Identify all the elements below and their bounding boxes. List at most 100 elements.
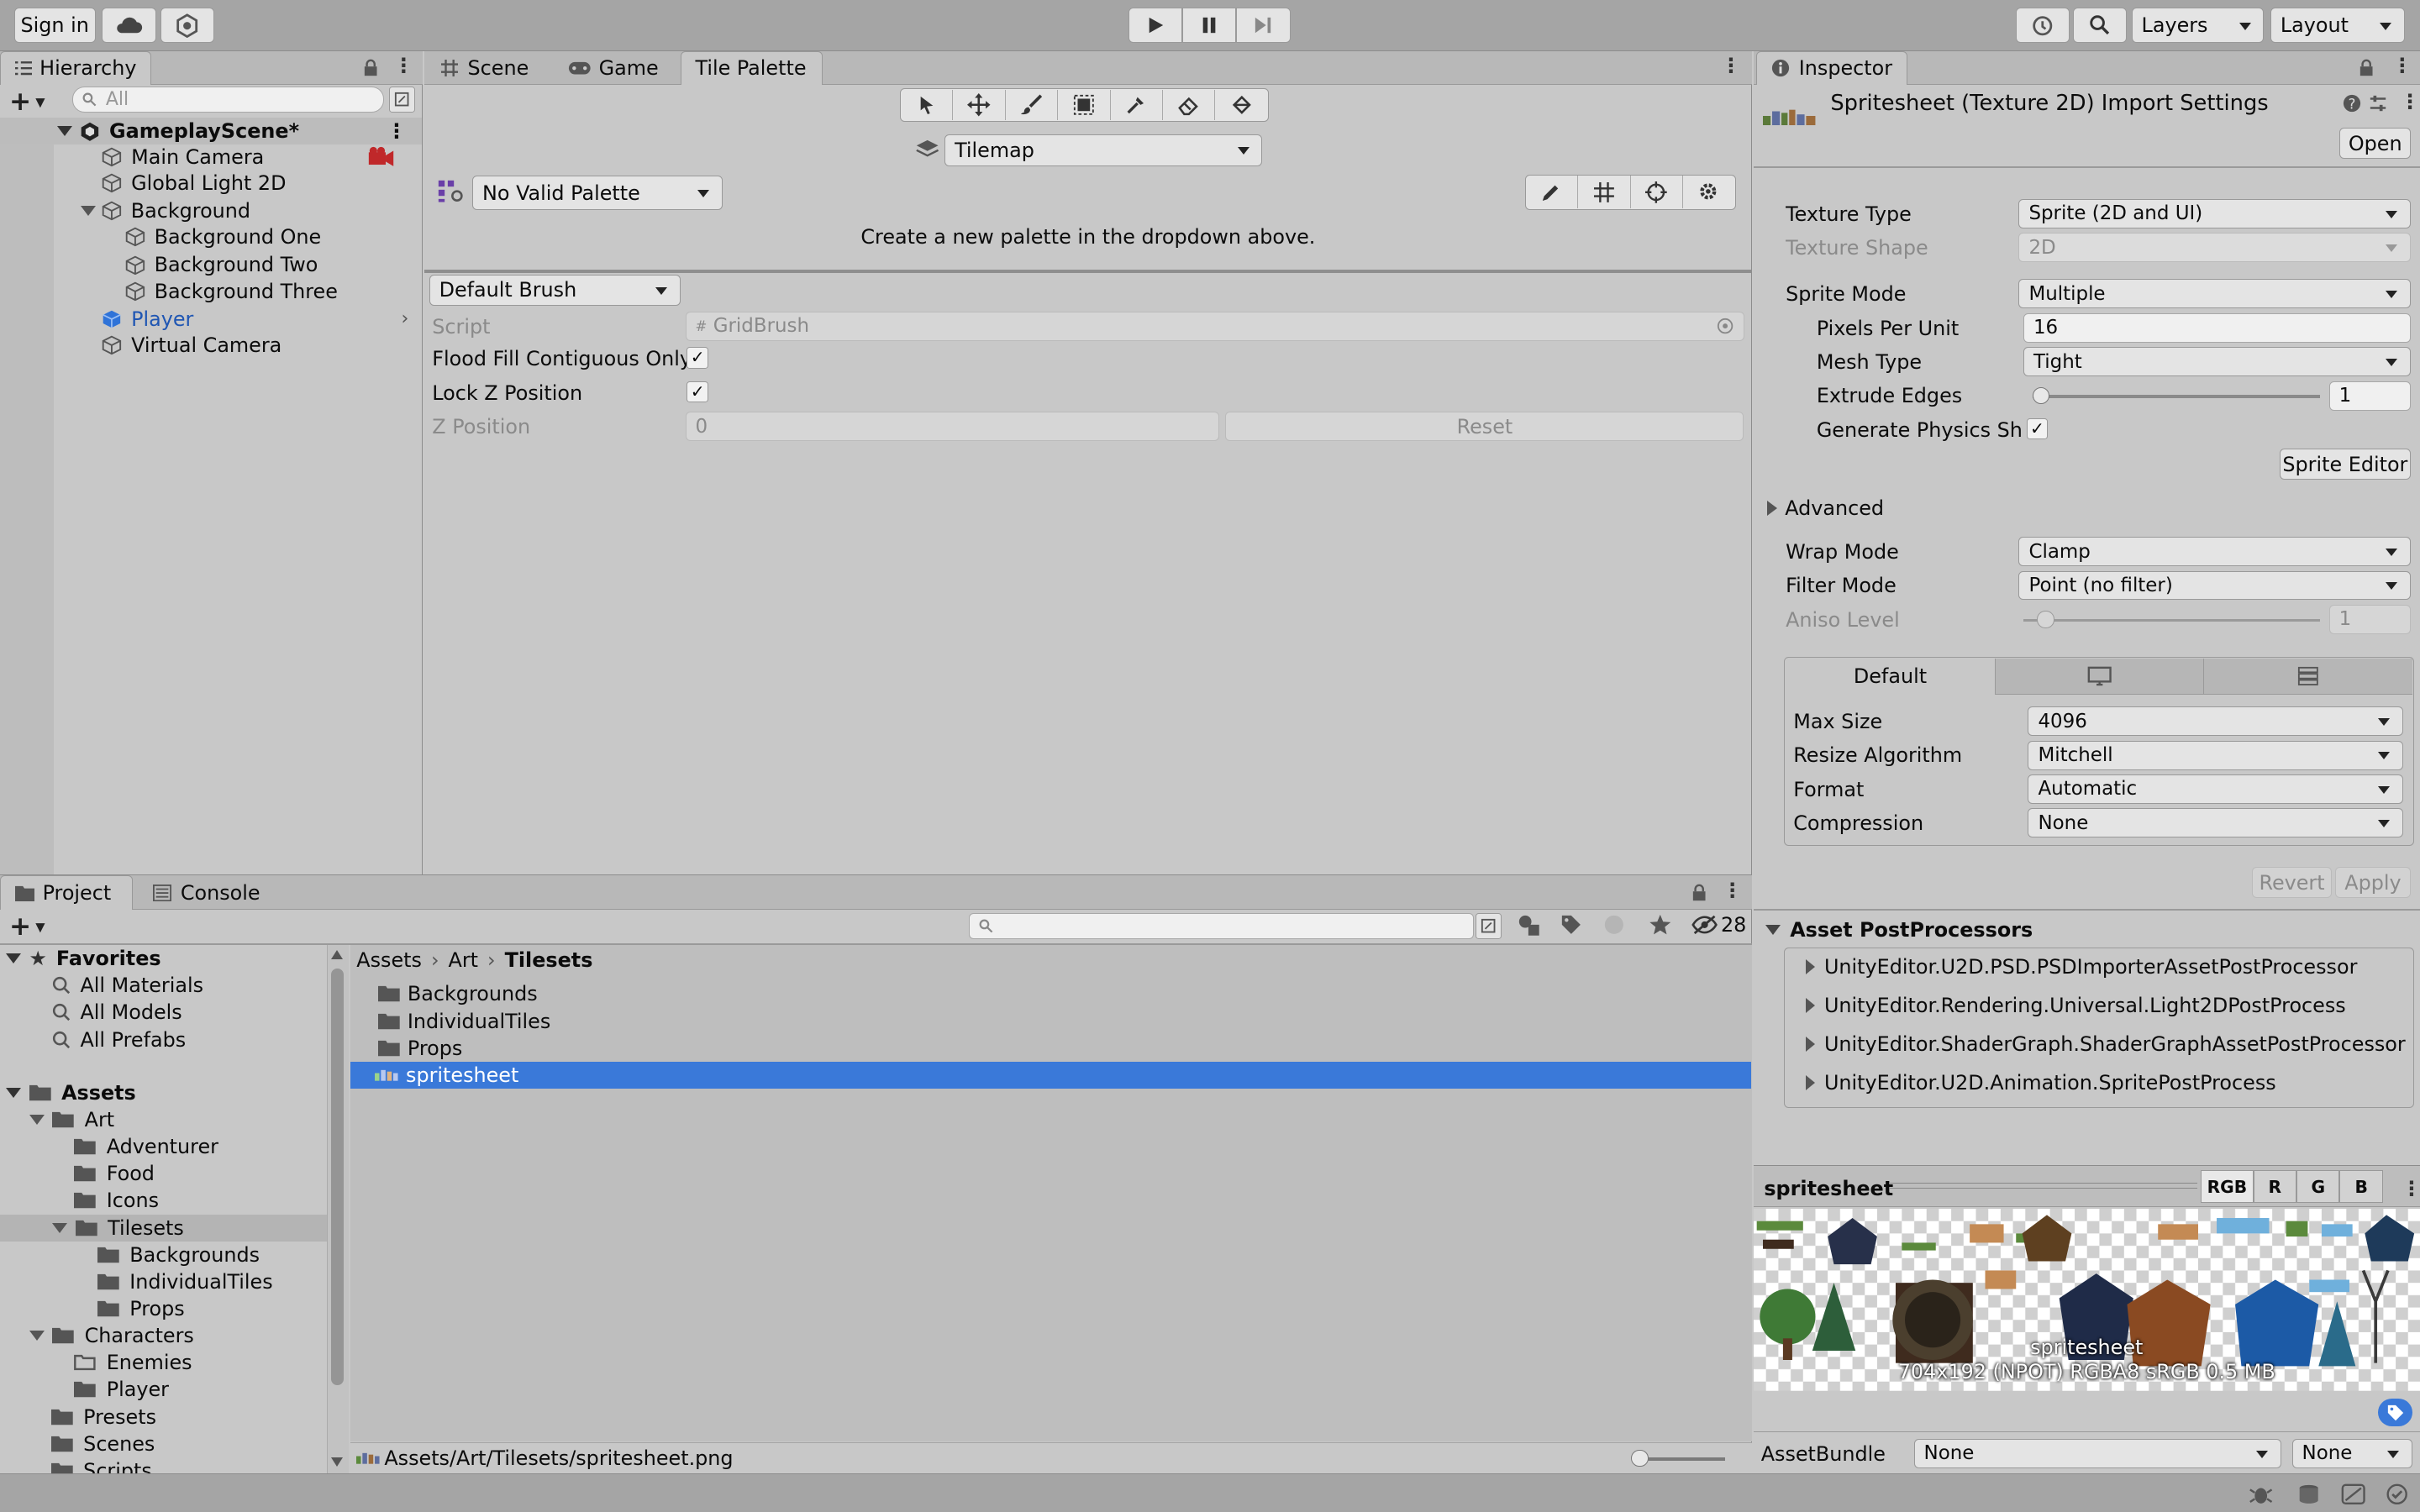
select-tool-button[interactable] <box>901 89 954 121</box>
icon-size-slider-thumb[interactable] <box>1631 1449 1649 1467</box>
assetbundle-variant-dropdown[interactable]: None <box>2291 1438 2412 1468</box>
tab-project[interactable]: Project <box>0 875 133 910</box>
max-size-dropdown[interactable]: 4096 <box>2028 706 2403 737</box>
search-button[interactable] <box>2072 8 2128 44</box>
hierarchy-item-player[interactable]: Player › <box>0 306 422 333</box>
project-menu-icon[interactable]: ⋮ <box>1723 879 1743 902</box>
scene-menu-icon[interactable]: ⋮ <box>387 119 407 143</box>
breadcrumb-assets[interactable]: Assets <box>356 948 422 972</box>
postprocessors-foldout[interactable]: Asset PostProcessors <box>1765 918 2033 942</box>
tree-item-icons[interactable]: Icons <box>0 1187 327 1214</box>
palette-dropdown[interactable]: No Valid Palette <box>472 176 723 210</box>
palette-settings-button[interactable] <box>1683 176 1735 208</box>
move-tool-button[interactable] <box>953 89 1006 121</box>
favorite-search-button[interactable] <box>1649 913 1672 942</box>
hierarchy-item-scene[interactable]: GameplayScene* ⋮ <box>0 117 423 144</box>
edit-palette-button[interactable] <box>1526 176 1579 208</box>
texture-type-dropdown[interactable]: Sprite (2D and UI) <box>2018 198 2411 228</box>
gizmos-toggle-button[interactable] <box>1631 176 1683 208</box>
step-button[interactable] <box>1236 8 1291 44</box>
preview-drag-handle[interactable] <box>1889 1182 2198 1189</box>
search-by-importlog-button[interactable] <box>1603 914 1625 941</box>
tree-scrollbar[interactable] <box>327 945 350 1475</box>
file-item-backgrounds[interactable]: Backgrounds <box>350 980 1751 1007</box>
bug-icon[interactable] <box>2249 1483 2273 1505</box>
cloud-button[interactable] <box>102 8 156 44</box>
inspector-lock-icon[interactable] <box>2359 59 2374 77</box>
hierarchy-search-input[interactable]: All <box>72 86 385 113</box>
collab-button[interactable] <box>160 8 215 44</box>
apply-button[interactable]: Apply <box>2334 867 2411 898</box>
platform-tab-standalone[interactable] <box>1995 659 2204 695</box>
sign-in-button[interactable]: Sign in <box>13 8 96 44</box>
channel-b-button[interactable]: B <box>2339 1170 2383 1203</box>
breadcrumb-art[interactable]: Art <box>449 948 479 972</box>
tree-item-tilesets[interactable]: Tilesets <box>0 1214 328 1242</box>
resize-algorithm-dropdown[interactable]: Mitchell <box>2028 740 2403 770</box>
scene-visibility-toggle[interactable] <box>388 86 416 113</box>
chevron-right-icon[interactable]: › <box>402 308 409 329</box>
hierarchy-item-background[interactable]: Background <box>0 197 422 224</box>
channel-g-button[interactable]: G <box>2296 1170 2340 1203</box>
play-button[interactable] <box>1128 8 1182 44</box>
tab-tile-palette[interactable]: Tile Palette <box>680 50 823 86</box>
postprocessor-item[interactable]: UnityEditor.U2D.PSD.PSDImporterAssetPost… <box>1805 955 2357 979</box>
tree-item-props[interactable]: Props <box>0 1295 327 1322</box>
picker-tool-button[interactable] <box>1111 89 1163 121</box>
postprocessor-item[interactable]: UnityEditor.U2D.Animation.SpritePostProc… <box>1805 1071 2276 1095</box>
layout-dropdown[interactable]: Layout <box>2270 8 2405 44</box>
extrude-slider-thumb[interactable] <box>2032 387 2050 405</box>
tree-item-all-prefabs[interactable]: All Prefabs <box>0 1026 327 1053</box>
compression-dropdown[interactable]: None <box>2028 808 2403 838</box>
project-search-input[interactable] <box>969 912 1475 939</box>
hierarchy-item-global-light[interactable]: Global Light 2D <box>0 170 422 197</box>
help-icon[interactable]: ? <box>2343 94 2361 113</box>
mesh-type-dropdown[interactable]: Tight <box>2023 347 2411 377</box>
pause-button[interactable] <box>1181 8 1237 44</box>
advanced-foldout[interactable]: Advanced <box>1767 496 1884 520</box>
tree-item-art[interactable]: Art <box>0 1106 327 1133</box>
tree-item-all-materials[interactable]: All Materials <box>0 972 327 999</box>
hierarchy-menu-icon[interactable]: ⋮ <box>393 54 413 77</box>
scroll-down-icon[interactable] <box>331 1457 344 1467</box>
hierarchy-item-background-two[interactable]: Background Two <box>0 251 422 278</box>
tab-inspector[interactable]: Inspector <box>1756 50 1908 86</box>
tab-console[interactable]: Console <box>139 875 274 909</box>
assetbundle-dropdown[interactable]: None <box>1913 1438 2281 1468</box>
channel-rgb-button[interactable]: RGB <box>2201 1170 2254 1203</box>
history-button[interactable] <box>2015 8 2070 44</box>
inspector-menu-icon[interactable]: ⋮ <box>2392 54 2412 77</box>
center-menu-icon[interactable]: ⋮ <box>1721 54 1741 77</box>
brush-dropdown[interactable]: Default Brush <box>429 274 681 306</box>
format-dropdown[interactable]: Automatic <box>2028 774 2403 804</box>
file-item-props[interactable]: Props <box>350 1035 1751 1062</box>
status-check-icon[interactable] <box>2385 1483 2409 1505</box>
revert-button[interactable]: Revert <box>2251 867 2333 898</box>
tree-item-backgrounds[interactable]: Backgrounds <box>0 1242 327 1268</box>
project-lock-icon[interactable] <box>1691 884 1707 902</box>
tree-item-player[interactable]: Player <box>0 1376 327 1403</box>
preview-menu-icon[interactable]: ⋮ <box>2402 1177 2420 1200</box>
file-item-spritesheet[interactable]: spritesheet <box>350 1061 1751 1089</box>
cache-server-icon[interactable] <box>2296 1483 2321 1505</box>
search-scope-button[interactable] <box>1475 912 1502 939</box>
tree-item-scenes[interactable]: Scenes <box>0 1431 327 1457</box>
eraser-tool-button[interactable] <box>1163 89 1216 121</box>
create-asset-button[interactable]: + ▼ <box>9 911 45 942</box>
hierarchy-item-main-camera[interactable]: Main Camera <box>0 144 422 171</box>
tree-item-adventurer[interactable]: Adventurer <box>0 1133 327 1160</box>
postprocessor-item[interactable]: UnityEditor.Rendering.Universal.Light2DP… <box>1805 994 2346 1017</box>
component-menu-icon[interactable]: ⋮ <box>2400 90 2420 113</box>
network-icon[interactable] <box>2341 1483 2366 1505</box>
z-position-field[interactable]: 0 <box>685 412 1219 442</box>
presets-icon[interactable] <box>2369 94 2387 113</box>
sprite-mode-dropdown[interactable]: Multiple <box>2018 279 2411 309</box>
platform-tab-server[interactable] <box>2203 659 2412 695</box>
add-object-button[interactable]: + ▼ <box>9 87 45 117</box>
tree-scrollbar-thumb[interactable] <box>331 968 344 1385</box>
tab-hierarchy[interactable]: Hierarchy <box>0 50 151 86</box>
icon-size-slider-track[interactable] <box>1639 1457 1726 1461</box>
extrude-slider-track[interactable] <box>2032 395 2320 398</box>
open-button[interactable]: Open <box>2339 128 2411 160</box>
grid-toggle-button[interactable] <box>1578 176 1631 208</box>
